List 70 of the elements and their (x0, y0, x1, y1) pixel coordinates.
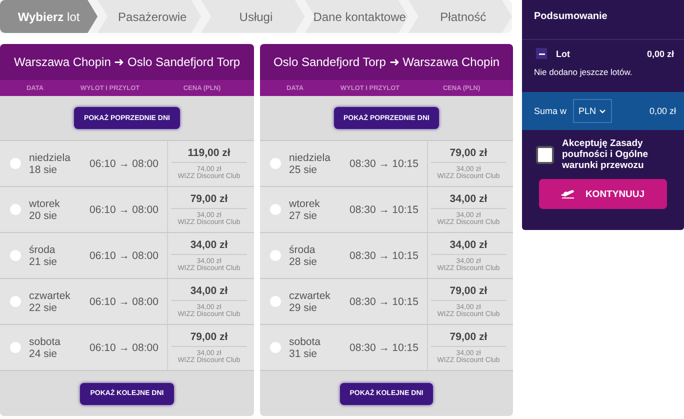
price: 79,00 zł (431, 147, 506, 163)
price: 34,00 zł (171, 239, 247, 255)
step-tab[interactable]: Płatność (408, 0, 512, 33)
flight-times: 06:10 → 08:00 (88, 342, 160, 354)
price: 34,00 zł (431, 239, 506, 255)
flight-date: 18 sie (29, 164, 58, 176)
airplane-icon (561, 189, 576, 199)
flight-date: 22 sie (29, 302, 58, 314)
price: 79,00 zł (171, 193, 247, 209)
section-amount: 0,00 zł (646, 48, 674, 58)
summary-title: Podsumowanie (522, 0, 684, 40)
flight-date: 28 sie (289, 256, 318, 268)
day-name: niedziela (29, 152, 72, 164)
flight-times: 08:30 → 10:15 (348, 204, 420, 216)
day-name: niedziela (289, 152, 332, 164)
step-tab[interactable]: Pasażerowie (98, 0, 202, 33)
day-name: wtorek (289, 198, 321, 210)
flight-date: 27 sie (289, 210, 318, 222)
radio-button[interactable] (10, 158, 21, 169)
step-tab[interactable]: Wybierz lot (0, 0, 98, 33)
radio-button[interactable] (270, 158, 281, 169)
price: 79,00 zł (431, 285, 506, 301)
flight-times: 08:30 → 10:15 (348, 342, 420, 354)
price: 34,00 zł (431, 193, 506, 209)
step-tab[interactable]: Usługi (201, 0, 305, 33)
empty-note: Nie dodano jeszcze lotów. (533, 66, 634, 79)
flight-times: 08:30 → 10:15 (348, 158, 420, 170)
day-name: wtorek (29, 198, 61, 210)
price: 79,00 zł (171, 331, 247, 347)
radio-button[interactable] (270, 250, 281, 261)
total-amount: 0,00 zł (649, 106, 676, 116)
caret-icon (599, 108, 606, 114)
flight-date: 24 sie (29, 348, 58, 360)
total-label: Suma w (534, 106, 567, 116)
flight-times: 06:10 → 08:00 (88, 296, 160, 308)
route-title: Oslo Sandefjord Torp ➜ Warszawa Chopin (260, 44, 513, 80)
day-name: środa (289, 244, 316, 256)
radio-button[interactable] (270, 296, 281, 307)
price: 79,00 zł (431, 331, 506, 347)
radio-button[interactable] (10, 204, 21, 215)
price: 119,00 zł (171, 147, 247, 163)
flight-date: 29 sie (289, 302, 318, 314)
step-tab[interactable]: Dane kontaktowe (304, 0, 408, 33)
day-name: sobota (29, 336, 62, 348)
radio-button[interactable] (10, 250, 21, 261)
day-name: sobota (289, 336, 322, 348)
radio-button[interactable] (270, 342, 281, 353)
radio-button[interactable] (10, 342, 21, 353)
flight-date: 21 sie (29, 256, 58, 268)
day-name: czwartek (289, 290, 332, 302)
continue-button[interactable]: KONTYNUUJ (539, 179, 667, 209)
flight-date: 25 sie (289, 164, 318, 176)
collapse-icon[interactable] (536, 48, 547, 59)
flight-times: 08:30 → 10:15 (348, 250, 420, 262)
flight-date: 31 sie (289, 348, 318, 360)
flight-date: 20 sie (29, 210, 58, 222)
flight-times: 06:10 → 08:00 (88, 204, 160, 216)
flight-times: 06:10 → 08:00 (88, 158, 160, 170)
flight-times: 06:10 → 08:00 (88, 250, 160, 262)
radio-button[interactable] (270, 204, 281, 215)
radio-button[interactable] (10, 296, 21, 307)
section-label: Lot (556, 48, 571, 58)
flight-times: 08:30 → 10:15 (348, 296, 420, 308)
day-name: środa (29, 244, 56, 256)
terms-label: Akceptuję Zasady poufności i Ogólne warunki przewozu (562, 138, 650, 171)
terms-checkbox[interactable] (536, 146, 554, 164)
day-name: czwartek (29, 290, 72, 302)
currency-select[interactable]: PLN (572, 99, 612, 123)
price: 34,00 zł (171, 285, 247, 301)
route-title: Warszawa Chopin ➜ Oslo Sandefjord Torp (0, 44, 254, 80)
